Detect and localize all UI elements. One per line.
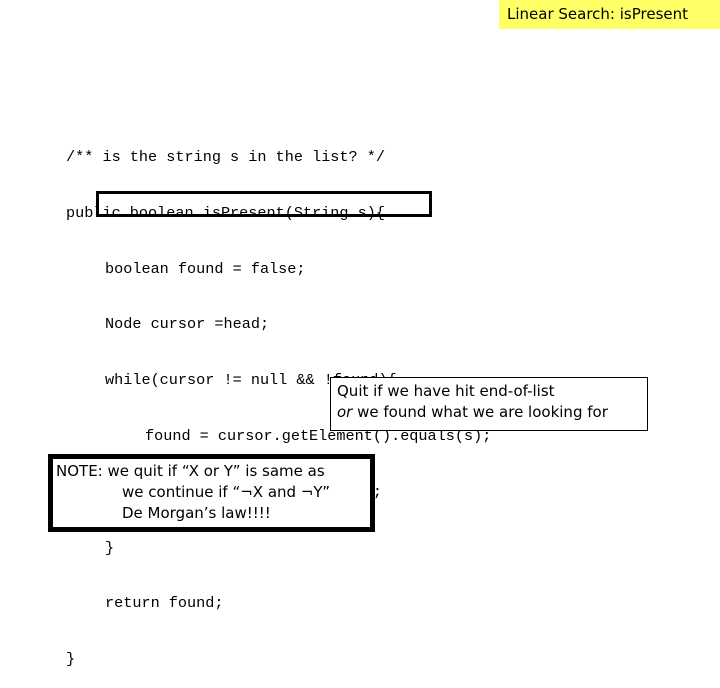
quit-callout-line-2: or we found what we are looking for [337,402,647,423]
slide-title: Linear Search: isPresent [499,0,720,29]
quit-callout-line-1: Quit if we have hit end-of-list [337,382,555,400]
quit-condition-callout: Quit if we have hit end-of-list or we fo… [330,377,648,431]
code-cursor-declaration: Node cursor =head; [105,315,270,334]
quit-callout-line-2-rest: we found what we are looking for [352,403,608,421]
code-comment-line: /** is the string s in the list? */ [66,148,385,166]
code-method-signature: public boolean isPresent(String s){ [66,203,385,222]
code-return-statement: return found; [105,594,224,613]
code-method-close-brace: } [66,650,76,669]
de-morgan-note-callout: NOTE: we quit if “X or Y” is same as we … [48,454,375,532]
note-line-2: we continue if “¬X and ¬Y” [122,483,331,501]
code-while-close-brace: } [105,538,115,557]
slide-title-text: Linear Search: isPresent [507,5,689,23]
quit-callout-or-emphasis: or [337,403,353,421]
code-found-declaration: boolean found = false; [105,259,306,278]
note-line-1: NOTE: we quit if “X or Y” is same as [56,462,325,480]
note-line-3: De Morgan’s law!!!! [122,504,271,522]
